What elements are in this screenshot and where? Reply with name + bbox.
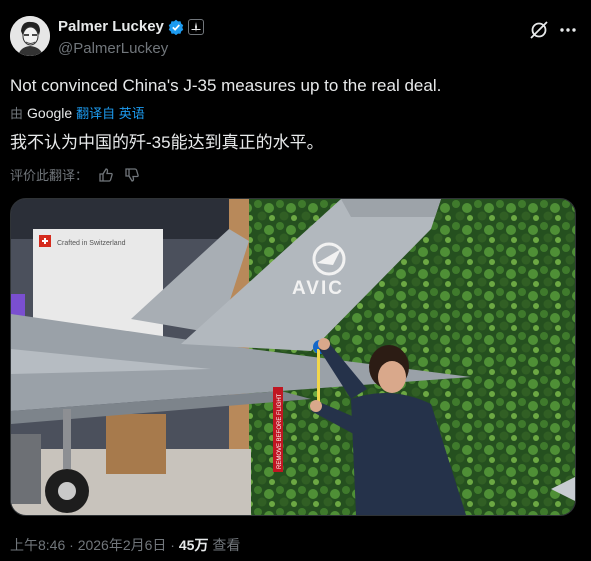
tweet-photo[interactable]: Crafted in Switzerland AVIC REMOVE BEFOR… (10, 198, 576, 516)
author-display-name[interactable]: Palmer Luckey (58, 18, 164, 35)
post-time[interactable]: 上午8:46 (10, 537, 65, 553)
thumbs-down-icon[interactable] (124, 167, 140, 183)
thumbs-up-icon[interactable] (98, 167, 114, 183)
translation-provider: Google (27, 104, 73, 121)
tweet-text: Not convinced China's J-35 measures up t… (10, 76, 442, 95)
tail-logo-text: AVIC (292, 278, 344, 299)
view-count: 45万 (178, 537, 209, 553)
photo-scene: Crafted in Switzerland AVIC REMOVE BEFOR… (11, 199, 575, 515)
translated-by-prefix: 由 (10, 106, 24, 121)
remove-before-flight-tag: REMOVE BEFORE FLIGHT (277, 393, 283, 469)
translated-text: 我不认为中国的歼-35能达到真正的水平。 (10, 133, 324, 152)
rate-translation-row: 评价此翻译： (10, 165, 140, 184)
author-handle[interactable]: @PalmerLuckey (58, 40, 168, 57)
affiliate-badge-icon[interactable] (187, 18, 204, 35)
avatar[interactable] (10, 16, 50, 56)
grok-icon[interactable] (528, 19, 550, 41)
booth-sign-text: Crafted in Switzerland (57, 240, 126, 247)
meta-separator: · (65, 537, 78, 553)
meta-separator: · (166, 537, 179, 553)
translated-from-link[interactable]: 翻译自 英语 (76, 103, 145, 122)
author-name-row: Palmer Luckey (58, 18, 204, 35)
verified-badge-icon (168, 19, 184, 35)
translation-attribution: 由 Google 翻译自 英语 (10, 103, 145, 122)
tweet-meta: 上午8:46 · 2026年2月6日 · 45万 查看 (10, 535, 240, 555)
view-count-label: 查看 (208, 537, 241, 553)
rate-translation-label: 评价此翻译： (10, 168, 89, 183)
more-dots-icon[interactable] (557, 19, 579, 41)
post-date[interactable]: 2026年2月6日 (78, 537, 167, 553)
tweet: Palmer Luckey @PalmerLuckey Not convince… (0, 0, 591, 561)
